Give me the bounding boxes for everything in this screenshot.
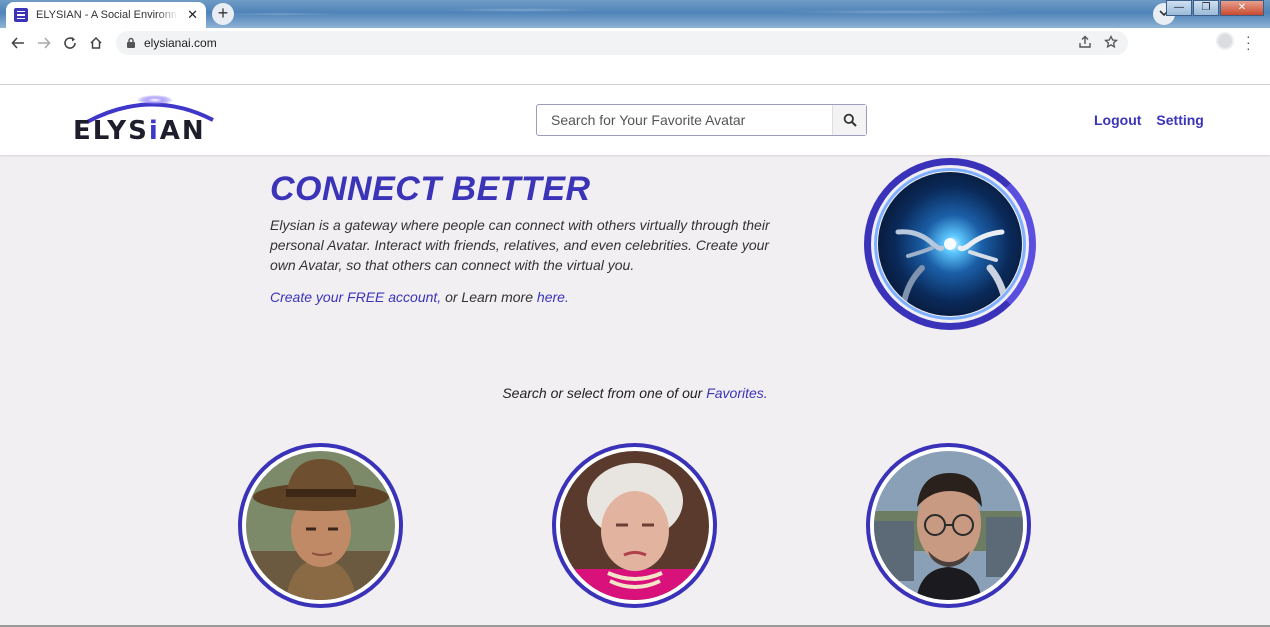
learn-more-link[interactable]: here: [537, 289, 565, 305]
avatar-portrait-fedora: [246, 451, 395, 600]
hero-cta: Create your FREE account, or Learn more …: [270, 289, 569, 305]
maximize-button[interactable]: ❐: [1193, 0, 1219, 16]
setting-link[interactable]: Setting: [1156, 112, 1203, 128]
logout-link[interactable]: Logout: [1094, 112, 1141, 128]
favorite-avatar-3[interactable]: [866, 443, 1031, 608]
tab-close-icon[interactable]: ✕: [187, 7, 198, 23]
site-header: ELYSiAN Logout Setting: [0, 85, 1270, 155]
avatar-search: [536, 104, 867, 136]
create-account-link[interactable]: Create your FREE account,: [270, 289, 441, 305]
avatar-portrait-queen: [560, 451, 709, 600]
search-button[interactable]: [832, 105, 866, 135]
new-tab-button[interactable]: +: [212, 3, 234, 25]
browser-menu-icon[interactable]: · · ·: [1246, 29, 1251, 55]
bookmarks-bar: [0, 58, 1270, 85]
close-window-button[interactable]: ✕: [1220, 0, 1264, 16]
favorite-avatar-2[interactable]: [552, 443, 717, 608]
reload-icon[interactable]: [57, 30, 83, 56]
favorites-prompt: Search or select from one of our Favorit…: [502, 385, 768, 401]
tab-title: ELYSIAN - A Social Environment C: [36, 9, 178, 21]
header-nav: Logout Setting: [1094, 112, 1204, 128]
hero-image: [864, 158, 1036, 330]
bookmark-star-icon[interactable]: [1104, 35, 1118, 49]
search-icon: [843, 113, 857, 127]
search-input[interactable]: [537, 105, 832, 135]
share-icon[interactable]: [1078, 35, 1092, 49]
window-controls: — ❐ ✕: [1165, 0, 1264, 16]
hands-touching-image: [878, 172, 1022, 316]
hero-description: Elysian is a gateway where people can co…: [270, 217, 770, 273]
browser-tab[interactable]: ELYSIAN - A Social Environment C ✕: [6, 2, 206, 28]
browser-tabstrip: ELYSIAN - A Social Environment C ✕ + — ❐…: [0, 0, 1270, 28]
favorites-link[interactable]: Favorites: [706, 385, 764, 401]
home-icon[interactable]: [83, 30, 109, 56]
back-icon[interactable]: [5, 30, 31, 56]
address-bar[interactable]: elysianai.com: [116, 31, 1128, 55]
avatar-portrait-glasses: [874, 451, 1023, 600]
hero-title: CONNECT BETTER: [270, 170, 591, 208]
minimize-button[interactable]: —: [1166, 0, 1192, 16]
lock-icon: [127, 37, 135, 48]
url-text: elysianai.com: [144, 36, 217, 50]
elysian-logo[interactable]: ELYSiAN: [73, 94, 225, 146]
forward-icon[interactable]: [31, 30, 57, 56]
profile-avatar-icon[interactable]: [1216, 32, 1234, 50]
site-favicon-icon: [14, 8, 28, 22]
browser-toolbar: elysianai.com · · ·: [0, 28, 1270, 58]
logo-wordmark: ELYSiAN: [73, 116, 206, 146]
favorite-avatar-1[interactable]: [238, 443, 403, 608]
